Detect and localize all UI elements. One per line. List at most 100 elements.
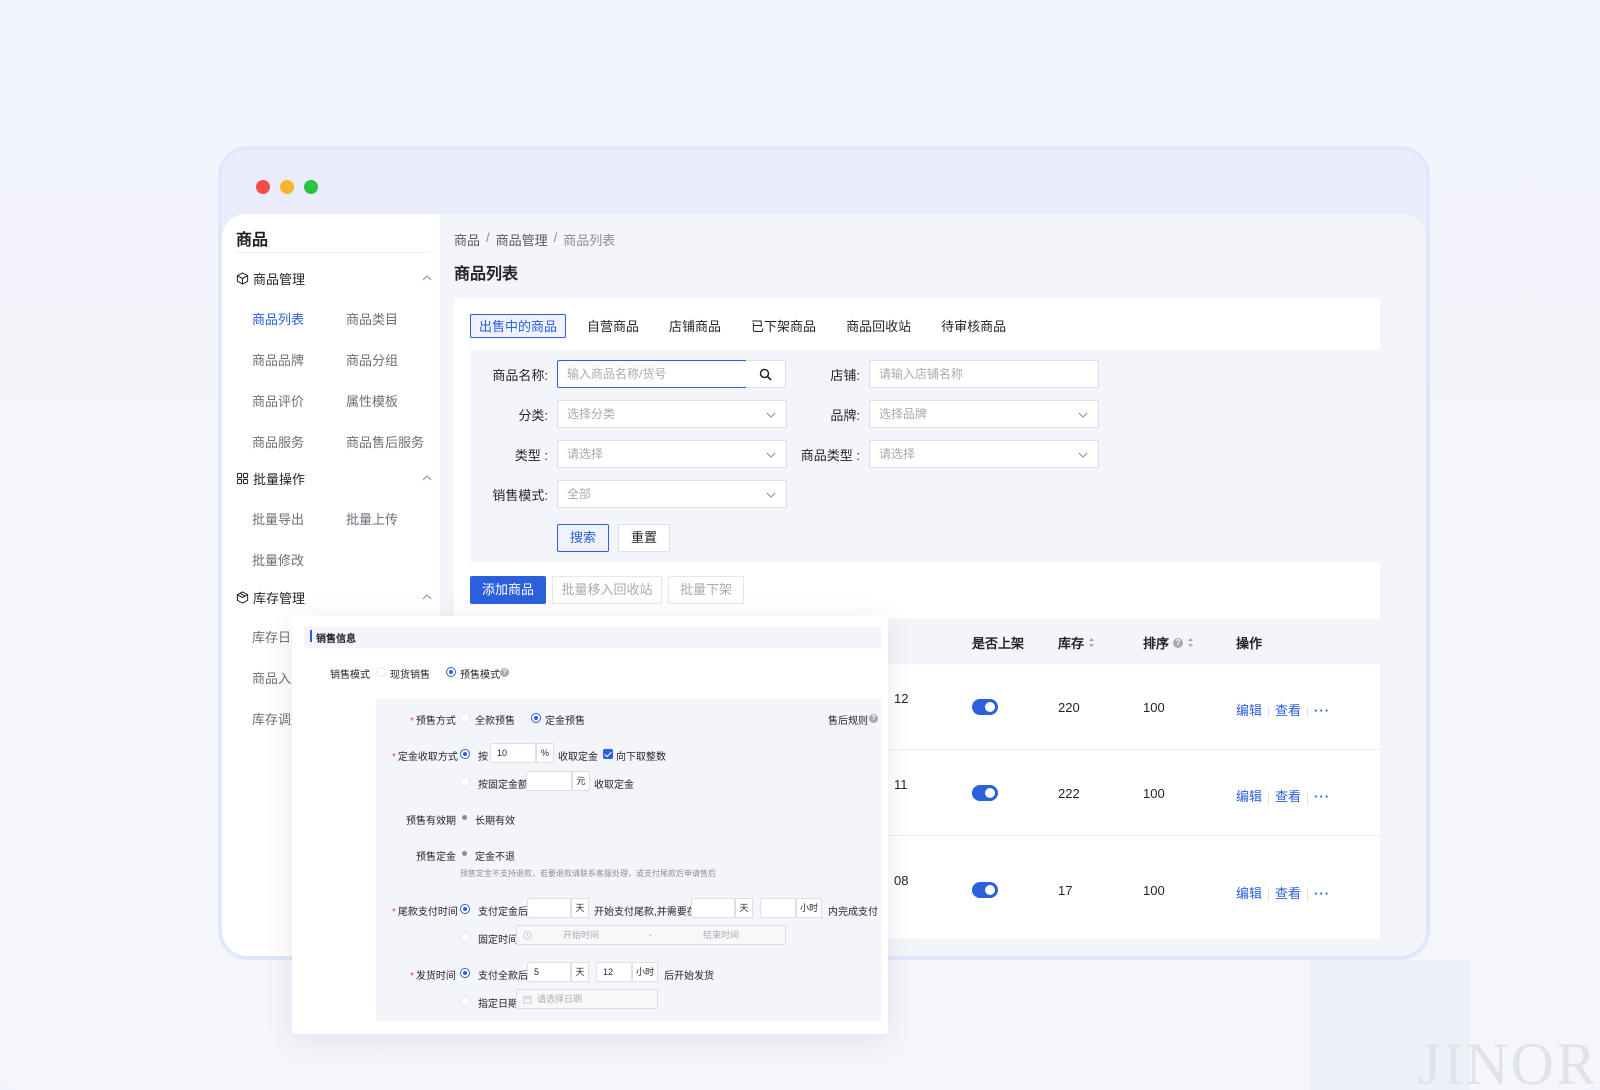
more-icon[interactable]: ···	[1314, 886, 1330, 901]
sidebar-group-label: 商品管理	[253, 272, 306, 287]
sidebar-item-goods-service[interactable]: 商品服务	[252, 432, 304, 451]
tab-recycle-bin[interactable]: 商品回收站	[837, 314, 920, 338]
on-shelf-toggle[interactable]	[972, 882, 998, 898]
presale-mode-radio[interactable]	[446, 667, 456, 677]
column-sort[interactable]: 排序 ?	[1143, 633, 1194, 652]
after-full-payment-label: 支付全款后	[478, 971, 528, 982]
final-start-days-input[interactable]	[527, 898, 571, 918]
deposit-percent-input[interactable]: 10	[490, 743, 536, 763]
deposit-collect-label: 定金收取方式	[392, 748, 458, 763]
sidebar-item-batch-export[interactable]: 批量导出	[252, 509, 304, 528]
brand-select[interactable]: 选择品牌	[869, 400, 1099, 428]
deposit-fixed-radio[interactable]	[460, 777, 470, 787]
edit-link[interactable]: 编辑	[1236, 886, 1262, 901]
batch-recycle-button[interactable]: 批量移入回收站	[552, 576, 662, 604]
ship-days-input[interactable]: 5	[527, 962, 571, 982]
sidebar-divider	[236, 252, 430, 253]
category-select[interactable]: 选择分类	[557, 400, 787, 428]
round-down-checkbox[interactable]	[603, 749, 613, 759]
spot-sale-radio[interactable]	[376, 667, 386, 677]
date-range-picker[interactable]: 开始时间 - 结束时间	[516, 925, 786, 945]
chevron-up-icon[interactable]	[422, 594, 432, 600]
fixed-time-radio[interactable]	[460, 932, 470, 942]
category-label: 分类:	[518, 408, 548, 423]
tab-off-shelf[interactable]: 已下架商品	[742, 314, 825, 338]
sales-info-card: 销售信息 销售模式 现货销售 预售模式 ? 预售方式 全款预售 定金预售 售后规…	[292, 616, 888, 1034]
help-icon[interactable]: ?	[869, 714, 878, 723]
breadcrumb-separator: /	[486, 230, 490, 245]
goods-name-input[interactable]: 输入商品名称/货号	[557, 360, 747, 388]
sidebar-item-batch-modify[interactable]: 批量修改	[252, 550, 304, 569]
sidebar-item-batch-upload[interactable]: 批量上传	[346, 509, 398, 528]
sale-mode-select[interactable]: 全部	[557, 480, 787, 508]
chevron-up-icon[interactable]	[422, 475, 432, 481]
cube-icon	[236, 272, 249, 285]
close-window-button[interactable]	[256, 180, 270, 194]
sidebar-item-goods-group[interactable]: 商品分组	[346, 350, 398, 369]
card-pointer	[485, 616, 505, 626]
sidebar-item-after-sale-service[interactable]: 商品售后服务	[346, 432, 424, 451]
stock-cell: 220	[1058, 700, 1080, 715]
sidebar-group-batch-operations[interactable]: 批量操作	[236, 469, 305, 488]
after-sale-rule-label[interactable]: 售后规则	[828, 712, 868, 727]
batch-off-shelf-button[interactable]: 批量下架	[668, 576, 744, 604]
sidebar-item-goods-brand[interactable]: 商品品牌	[252, 350, 304, 369]
edit-link[interactable]: 编辑	[1236, 703, 1262, 718]
view-link[interactable]: 查看	[1275, 703, 1301, 718]
more-icon[interactable]: ···	[1314, 789, 1330, 804]
on-shelf-toggle[interactable]	[972, 699, 998, 715]
day-unit: 天	[571, 898, 589, 918]
view-link[interactable]: 查看	[1275, 886, 1301, 901]
op-divider	[1268, 791, 1270, 804]
specified-date-radio[interactable]	[460, 996, 470, 1006]
op-divider	[1307, 888, 1309, 901]
sidebar-item-goods-category[interactable]: 商品类目	[346, 309, 398, 328]
search-icon	[759, 368, 772, 381]
ship-hours-input[interactable]: 12	[596, 962, 632, 982]
reset-button[interactable]: 重置	[618, 524, 670, 552]
tab-on-sale[interactable]: 出售中的商品	[470, 314, 567, 338]
final-days-input[interactable]	[691, 898, 735, 918]
after-deposit-radio[interactable]	[460, 904, 470, 914]
add-goods-button[interactable]: 添加商品	[470, 576, 546, 604]
view-link[interactable]: 查看	[1275, 789, 1301, 804]
chevron-up-icon[interactable]	[422, 275, 432, 281]
search-icon-button[interactable]	[746, 360, 786, 388]
validity-bullet	[462, 815, 467, 820]
breadcrumb-item[interactable]: 商品	[454, 230, 480, 249]
shop-input[interactable]: 请输入店铺名称	[869, 360, 1099, 388]
search-button[interactable]: 搜索	[557, 524, 609, 552]
hour-unit: 小时	[632, 962, 658, 982]
final-hours-input[interactable]	[760, 898, 796, 918]
sale-mode-select-value: 全部	[567, 487, 592, 501]
minimize-window-button[interactable]	[280, 180, 294, 194]
date-picker[interactable]: 请选择日期	[516, 989, 658, 1009]
after-full-payment-radio[interactable]	[460, 968, 470, 978]
type-select[interactable]: 请选择	[557, 440, 787, 468]
sidebar-item-attribute-template[interactable]: 属性模板	[346, 391, 398, 410]
edit-link[interactable]: 编辑	[1236, 789, 1262, 804]
fixed-amount-input[interactable]	[526, 771, 572, 791]
deposit-by-percent-radio[interactable]	[460, 749, 470, 759]
breadcrumb-item[interactable]: 商品管理	[496, 230, 548, 249]
sidebar-group-goods-management[interactable]: 商品管理	[236, 269, 305, 288]
sidebar-item-goods-list[interactable]: 商品列表	[252, 309, 304, 328]
deposit-presale-radio[interactable]	[531, 713, 541, 723]
chevron-down-icon	[1078, 412, 1088, 418]
more-icon[interactable]: ···	[1314, 703, 1330, 718]
goods-type-select[interactable]: 请选择	[869, 440, 1099, 468]
tab-self-operated[interactable]: 自营商品	[578, 314, 648, 338]
on-shelf-toggle[interactable]	[972, 785, 998, 801]
sidebar-item-goods-review[interactable]: 商品评价	[252, 391, 304, 410]
maximize-window-button[interactable]	[304, 180, 318, 194]
tab-pending-review[interactable]: 待审核商品	[932, 314, 1015, 338]
sidebar-group-inventory[interactable]: 库存管理	[236, 588, 305, 607]
sort-cell: 100	[1143, 700, 1165, 715]
help-icon[interactable]: ?	[500, 668, 509, 677]
deposit-label: 预售定金	[416, 852, 456, 863]
full-presale-radio[interactable]	[460, 713, 470, 723]
sort-icon	[1089, 638, 1095, 647]
operations-cell: 编辑 查看 ···	[1236, 786, 1330, 805]
tab-shop-goods[interactable]: 店铺商品	[660, 314, 730, 338]
column-stock[interactable]: 库存	[1058, 633, 1095, 652]
